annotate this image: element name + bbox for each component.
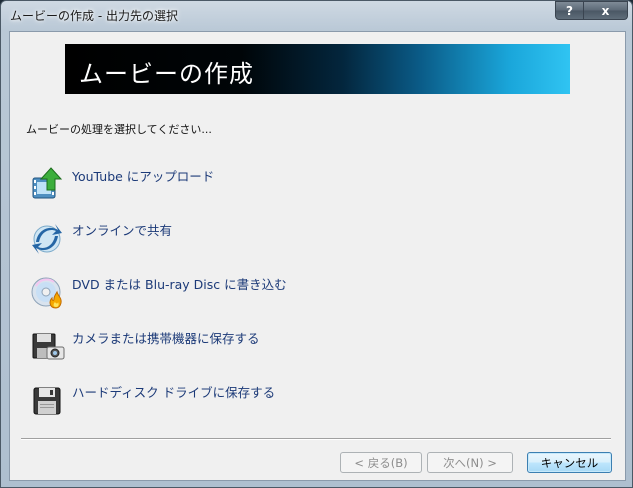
option-save-device[interactable]: カメラまたは携帯機器に保存する [30,324,360,362]
banner-title: ムービーの作成 [79,60,254,88]
dialog-content: ムービーの作成 ムービーの処理を選択してください... YouTube にアップ… [9,31,626,481]
header-banner: ムービーの作成 [65,44,570,94]
instruction-text: ムービーの処理を選択してください... [26,123,212,136]
floppy-save-icon [30,382,66,418]
option-label: カメラまたは携帯機器に保存する [72,331,260,346]
cancel-button[interactable]: キャンセル [527,452,612,473]
next-button[interactable]: 次へ(N) > [427,452,513,473]
title-bar[interactable]: ムービーの作成 - 出力先の選択 ? x [1,1,633,31]
footer-divider [21,438,611,440]
option-burn-disc[interactable]: DVD または Blu-ray Disc に書き込む [30,270,360,310]
help-button[interactable]: ? [555,1,584,20]
option-label: ハードディスク ドライブに保存する [72,385,276,400]
disc-burn-icon [30,274,66,310]
option-label: DVD または Blu-ray Disc に書き込む [72,277,287,292]
close-button[interactable]: x [584,1,628,20]
share-online-icon [30,220,66,256]
option-share-online[interactable]: オンラインで共有 [30,216,360,254]
option-save-hard-disk[interactable]: ハードディスク ドライブに保存する [30,378,360,416]
caption-buttons: ? x [555,1,628,21]
option-label: YouTube にアップロード [72,169,215,184]
dialog-window: ムービーの作成 - 出力先の選択 ? x ムービーの作成 ムービーの処理を選択し… [0,0,633,488]
film-upload-icon [30,166,66,202]
window-title: ムービーの作成 - 出力先の選択 [10,9,178,23]
back-button[interactable]: < 戻る(B) [340,452,422,473]
option-label: オンラインで共有 [72,223,173,238]
option-youtube-upload[interactable]: YouTube にアップロード [30,162,360,200]
camera-save-icon [30,328,66,364]
